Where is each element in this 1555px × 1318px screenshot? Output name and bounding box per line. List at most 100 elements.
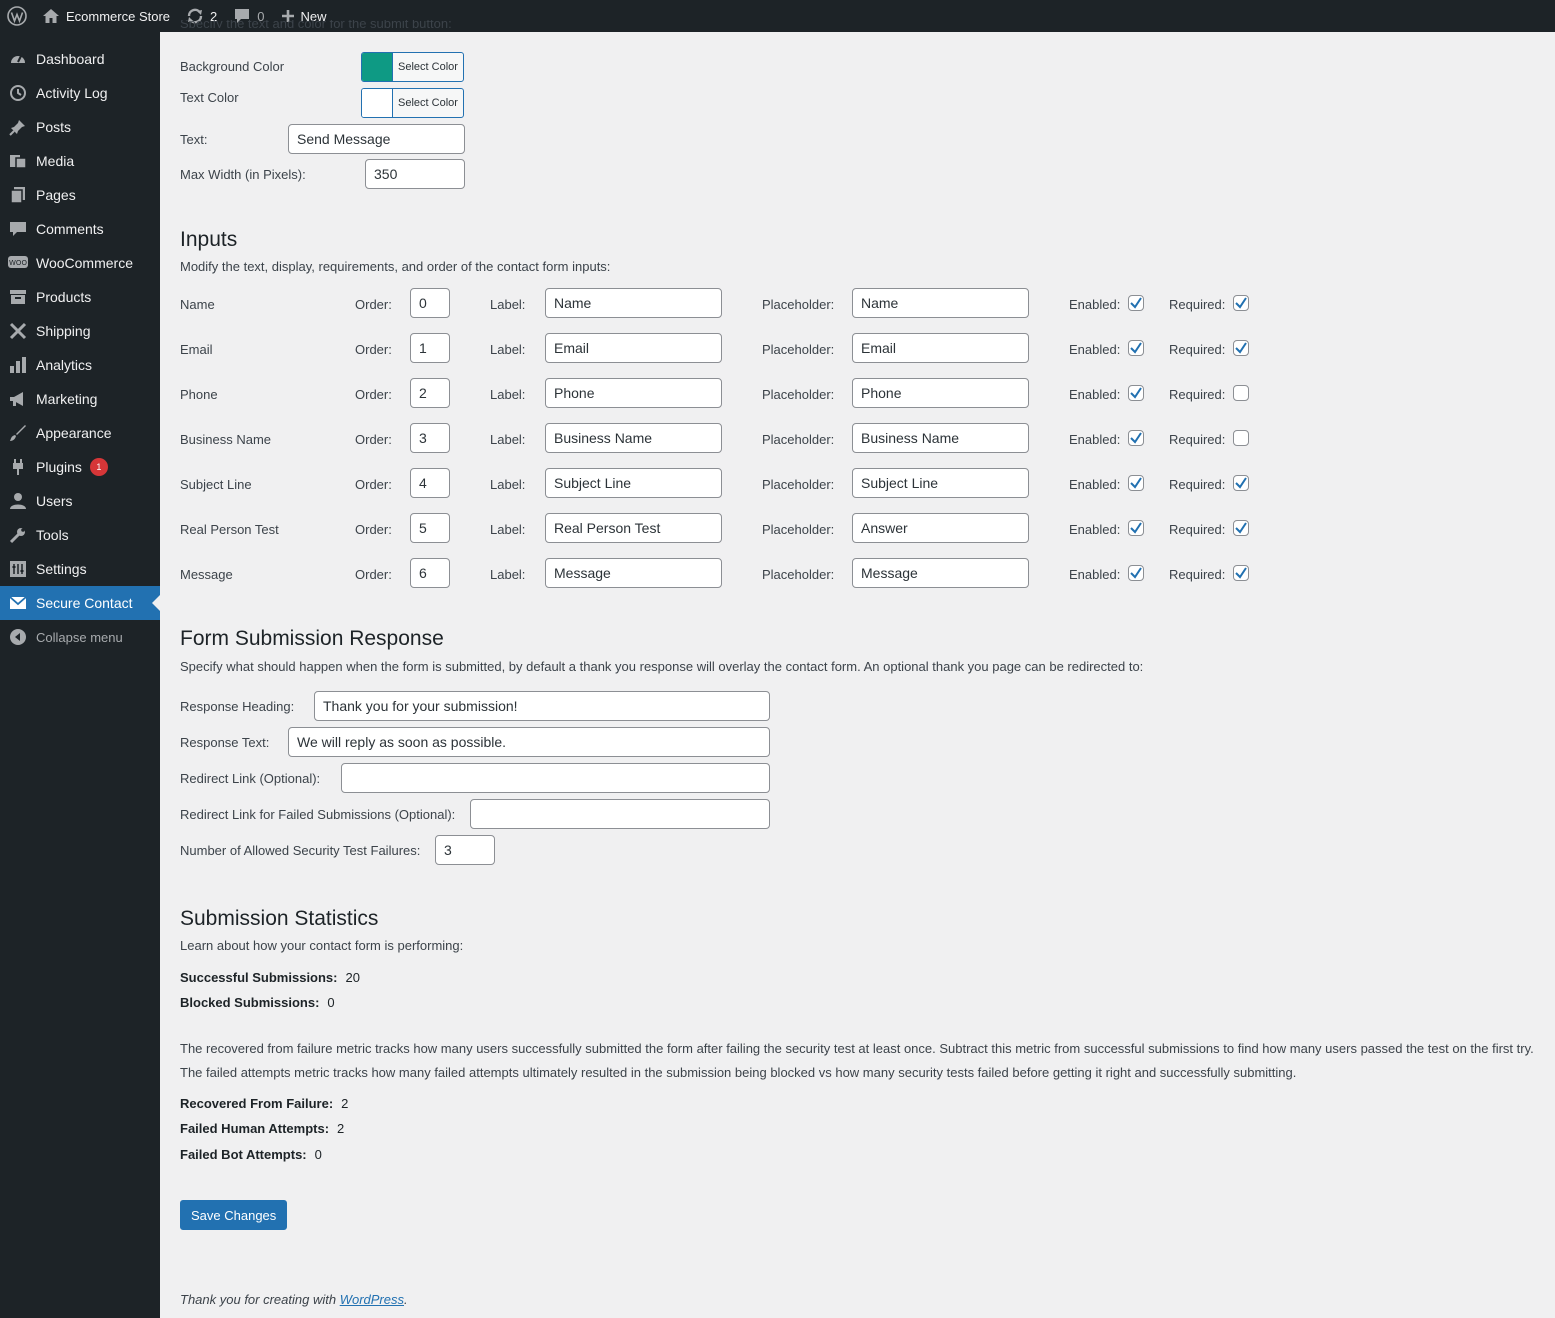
menu-item-dashboard[interactable]: Dashboard bbox=[0, 42, 160, 76]
menu-item-pages[interactable]: Pages bbox=[0, 178, 160, 212]
required-checkbox[interactable] bbox=[1233, 520, 1249, 536]
order-input[interactable]: 5 bbox=[410, 513, 450, 543]
enabled-checkbox[interactable] bbox=[1128, 565, 1144, 581]
allowed-failures-input[interactable]: 3 bbox=[435, 835, 495, 865]
comment-icon bbox=[8, 219, 28, 239]
placeholder-input[interactable]: Answer bbox=[852, 513, 1029, 543]
inputs-heading: Inputs bbox=[180, 228, 238, 251]
required-checkbox[interactable] bbox=[1233, 385, 1249, 401]
plug-icon bbox=[8, 457, 28, 477]
menu-item-users[interactable]: Users bbox=[0, 484, 160, 518]
site-name: Ecommerce Store bbox=[66, 8, 171, 24]
media-icon bbox=[8, 151, 28, 171]
menu-item-comments[interactable]: Comments bbox=[0, 212, 160, 246]
menu-item-posts[interactable]: Posts bbox=[0, 110, 160, 144]
menu-item-woocommerce[interactable]: WOO WooCommerce bbox=[0, 246, 160, 280]
menu-item-label: Products bbox=[36, 289, 92, 305]
enabled-checkbox[interactable] bbox=[1128, 430, 1144, 446]
input-row-name: Business Name bbox=[180, 432, 272, 447]
placeholder-input[interactable]: Subject Line bbox=[852, 468, 1029, 498]
label-input[interactable]: Business Name bbox=[545, 423, 722, 453]
required-label: Required: bbox=[1169, 567, 1226, 582]
stat-label: Recovered From Failure: bbox=[180, 1096, 334, 1111]
menu-item-shipping[interactable]: Shipping bbox=[0, 314, 160, 348]
required-checkbox[interactable] bbox=[1233, 475, 1249, 491]
enabled-label: Enabled: bbox=[1069, 387, 1121, 402]
label-input[interactable]: Phone bbox=[545, 378, 722, 408]
site-name-link[interactable]: Ecommerce Store bbox=[34, 0, 178, 32]
menu-item-label: Secure Contact bbox=[36, 595, 133, 611]
enabled-label: Enabled: bbox=[1069, 432, 1121, 447]
menu-item-settings[interactable]: Settings bbox=[0, 552, 160, 586]
enabled-checkbox[interactable] bbox=[1128, 520, 1144, 536]
input-row-name: Real Person Test bbox=[180, 522, 279, 537]
order-input[interactable]: 2 bbox=[410, 378, 450, 408]
menu-item-label: Posts bbox=[36, 119, 72, 135]
order-label: Order: bbox=[355, 342, 392, 357]
bg-color-picker-button[interactable]: Select Color bbox=[361, 52, 464, 82]
max-width-label: Max Width (in Pixels): bbox=[180, 167, 306, 182]
stat-label: Failed Human Attempts: bbox=[180, 1121, 330, 1136]
placeholder-input[interactable]: Name bbox=[852, 288, 1029, 318]
placeholder-input[interactable]: Phone bbox=[852, 378, 1029, 408]
placeholder-label: Placeholder: bbox=[762, 432, 835, 447]
menu-item-tools[interactable]: Tools bbox=[0, 518, 160, 552]
placeholder-input[interactable]: Message bbox=[852, 558, 1029, 588]
menu-item-label: Analytics bbox=[36, 357, 93, 373]
wordpress-link[interactable]: WordPress bbox=[340, 1292, 404, 1307]
stat-value: 0 bbox=[327, 995, 335, 1010]
select-color-label: Select Color bbox=[398, 61, 458, 73]
menu-item-marketing[interactable]: Marketing bbox=[0, 382, 160, 416]
menu-item-label: Activity Log bbox=[36, 85, 108, 101]
enabled-label: Enabled: bbox=[1069, 297, 1121, 312]
wordpress-logo-icon[interactable] bbox=[0, 0, 34, 32]
label-input[interactable]: Email bbox=[545, 333, 722, 363]
enabled-checkbox[interactable] bbox=[1128, 340, 1144, 356]
label-label: Label: bbox=[490, 387, 526, 402]
menu-item-appearance[interactable]: Appearance bbox=[0, 416, 160, 450]
response-text-input[interactable]: We will reply as soon as possible. bbox=[288, 727, 770, 757]
collapse-menu-button[interactable]: Collapse menu bbox=[0, 620, 160, 654]
svg-text:WOO: WOO bbox=[9, 259, 27, 267]
required-checkbox[interactable] bbox=[1233, 340, 1249, 356]
bar-chart-icon bbox=[8, 355, 28, 375]
text-color-swatch bbox=[362, 89, 393, 117]
label-input[interactable]: Real Person Test bbox=[545, 513, 722, 543]
order-input[interactable]: 0 bbox=[410, 288, 450, 318]
menu-item-label: Dashboard bbox=[36, 51, 105, 67]
menu-item-activity-log[interactable]: Activity Log bbox=[0, 76, 160, 110]
redirect-failed-input[interactable] bbox=[470, 799, 770, 829]
menu-item-analytics[interactable]: Analytics bbox=[0, 348, 160, 382]
redirect-link-input[interactable] bbox=[341, 763, 770, 793]
menu-item-plugins[interactable]: Plugins 1 bbox=[0, 450, 160, 484]
response-heading-input[interactable]: Thank you for your submission! bbox=[314, 691, 770, 721]
button-text-input[interactable]: Send Message bbox=[288, 124, 465, 154]
placeholder-input[interactable]: Email bbox=[852, 333, 1029, 363]
order-input[interactable]: 4 bbox=[410, 468, 450, 498]
save-changes-button[interactable]: Save Changes bbox=[180, 1200, 288, 1230]
menu-item-media[interactable]: Media bbox=[0, 144, 160, 178]
enabled-checkbox[interactable] bbox=[1128, 295, 1144, 311]
stat-label: Blocked Submissions: bbox=[180, 995, 320, 1010]
order-input[interactable]: 3 bbox=[410, 423, 450, 453]
required-checkbox[interactable] bbox=[1233, 565, 1249, 581]
max-width-input[interactable]: 350 bbox=[365, 159, 465, 189]
order-input[interactable]: 6 bbox=[410, 558, 450, 588]
menu-item-secure-contact[interactable]: Secure Contact bbox=[0, 586, 160, 620]
placeholder-label: Placeholder: bbox=[762, 477, 835, 492]
tools-cross-icon bbox=[8, 321, 28, 341]
placeholder-input[interactable]: Business Name bbox=[852, 423, 1029, 453]
menu-item-products[interactable]: Products bbox=[0, 280, 160, 314]
label-input[interactable]: Subject Line bbox=[545, 468, 722, 498]
menu-item-label: WooCommerce bbox=[36, 255, 133, 271]
order-label: Order: bbox=[355, 387, 392, 402]
required-checkbox[interactable] bbox=[1233, 430, 1249, 446]
enabled-checkbox[interactable] bbox=[1128, 385, 1144, 401]
label-input[interactable]: Message bbox=[545, 558, 722, 588]
recovered-explanation: The recovered from failure metric tracks… bbox=[180, 1041, 1534, 1056]
required-checkbox[interactable] bbox=[1233, 295, 1249, 311]
order-input[interactable]: 1 bbox=[410, 333, 450, 363]
enabled-checkbox[interactable] bbox=[1128, 475, 1144, 491]
text-color-picker-button[interactable]: Select Color bbox=[361, 88, 464, 118]
label-input[interactable]: Name bbox=[545, 288, 722, 318]
